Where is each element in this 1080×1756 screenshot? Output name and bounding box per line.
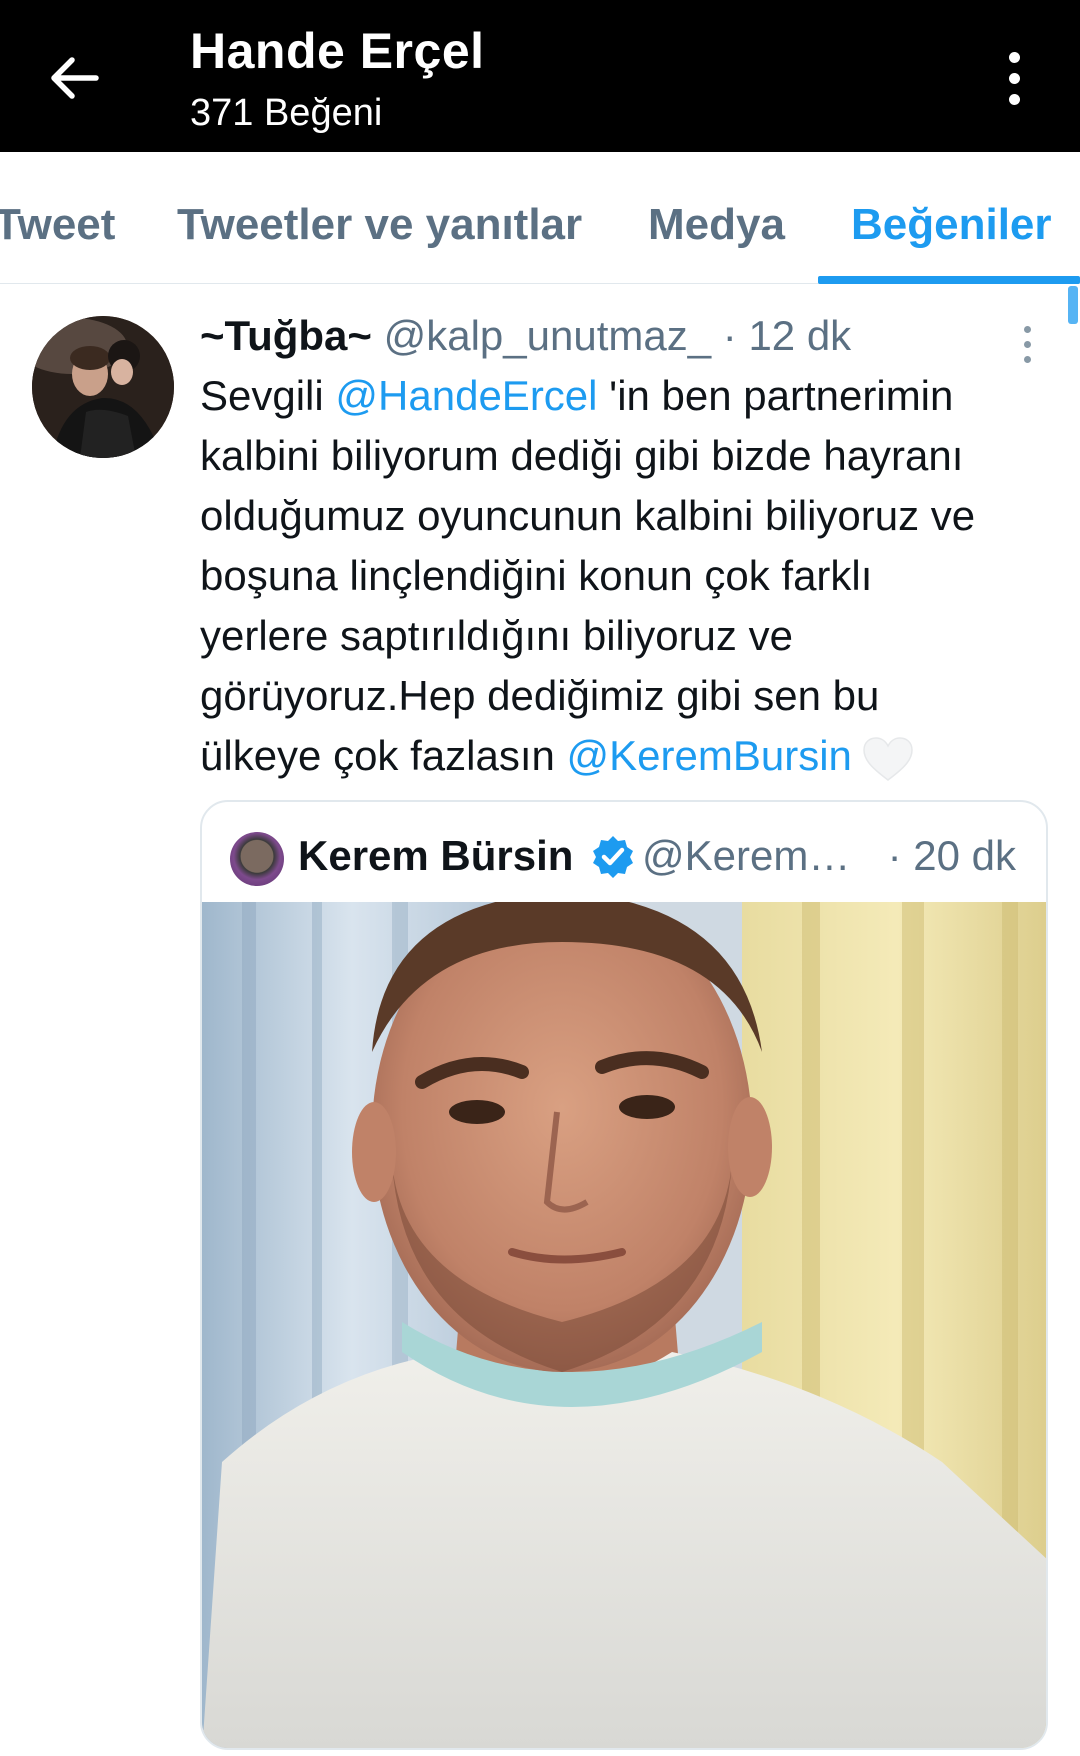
tweet-line: olduğumuz oyuncunun kalbini biliyoruz ve <box>200 492 976 539</box>
quoted-tweet-card[interactable]: Kerem Bürsin @Kerem… · 20 dk <box>200 800 1048 1750</box>
tweet-time[interactable]: 12 dk <box>748 312 851 359</box>
white-heart-emoji <box>863 737 913 781</box>
tab-media[interactable]: Medya <box>648 200 785 250</box>
avatar-photo <box>32 316 174 458</box>
tab-likes[interactable]: Beğeniler <box>851 200 1052 250</box>
tab-tweets[interactable]: Tweet <box>0 200 115 250</box>
verified-badge-icon <box>593 836 633 878</box>
profile-name-title: Hande Erçel <box>190 23 485 79</box>
quoted-author-name: Kerem Bürsin <box>298 832 574 879</box>
overflow-menu-button[interactable] <box>984 40 1044 116</box>
tweet-line: kalbini biliyorum dediği gibi bizde hayr… <box>200 432 964 479</box>
quoted-tweet-photo[interactable] <box>202 902 1046 1748</box>
tweet-more-button[interactable] <box>1012 318 1042 370</box>
mention-link-kerembursin[interactable]: @KeremBursin <box>567 732 852 779</box>
back-arrow-icon <box>51 57 99 99</box>
tweet-text: Sevgili @HandeErcel 'in ben partnerimin … <box>200 366 1060 786</box>
tweet-line: yerlere saptırıldığını biliyoruz ve <box>200 612 793 659</box>
likes-count-subtitle: 371 Beğeni <box>190 92 383 134</box>
overflow-menu-icon-dot <box>1008 93 1020 105</box>
active-tab-indicator <box>818 276 1080 284</box>
quoted-author-handle: @Kerem… <box>642 832 851 879</box>
tweet-line-text: Sevgili <box>200 372 336 419</box>
tweet-line: görüyoruz.Hep dediğimiz gibi sen bu <box>200 672 880 719</box>
quoted-photo-illustration <box>202 902 1046 1748</box>
tweet-line: boşuna linçlendiğini konun çok farklı <box>200 552 873 599</box>
tweet-header: ~Tuğba~ @kalp_unutmaz_ · 12 dk <box>200 312 851 360</box>
tweet-line-text: ülkeye çok fazlasın <box>200 732 567 779</box>
tweet-more-icon-dot <box>1023 340 1031 348</box>
profile-tabs: Tweet Tweetler ve yanıtlar Medya Beğenil… <box>0 152 1080 284</box>
avatar[interactable] <box>32 316 174 458</box>
tweet-author-handle[interactable]: @kalp_unutmaz_ <box>384 312 712 359</box>
mention-link-handeercel[interactable]: @HandeErcel <box>335 372 597 419</box>
tweet-more-icon <box>1023 325 1031 333</box>
tweet-line-text: 'in ben partnerimin <box>597 372 954 419</box>
quoted-author-avatar <box>230 832 284 886</box>
top-app-bar: Hande Erçel 371 Beğeni <box>0 0 1080 152</box>
overflow-menu-icon <box>1008 51 1020 63</box>
tweet-more-icon-dot <box>1023 355 1031 363</box>
quoted-tweet-time: · 20 dk <box>887 832 1016 879</box>
tweet-line: ülkeye çok fazlasın @KeremBursin <box>200 726 1060 786</box>
tab-tweets-and-replies[interactable]: Tweetler ve yanıtlar <box>177 200 582 250</box>
tweet-line: Sevgili @HandeErcel 'in ben partnerimin <box>200 366 1060 426</box>
overflow-menu-icon-dot <box>1008 72 1020 84</box>
back-button[interactable] <box>40 44 108 112</box>
tweet-author-name[interactable]: ~Tuğba~ <box>200 312 372 359</box>
tweet-separator: · <box>722 312 737 359</box>
scroll-indicator <box>1068 286 1078 324</box>
quoted-tweet-header: Kerem Bürsin @Kerem… · 20 dk <box>202 802 1046 902</box>
